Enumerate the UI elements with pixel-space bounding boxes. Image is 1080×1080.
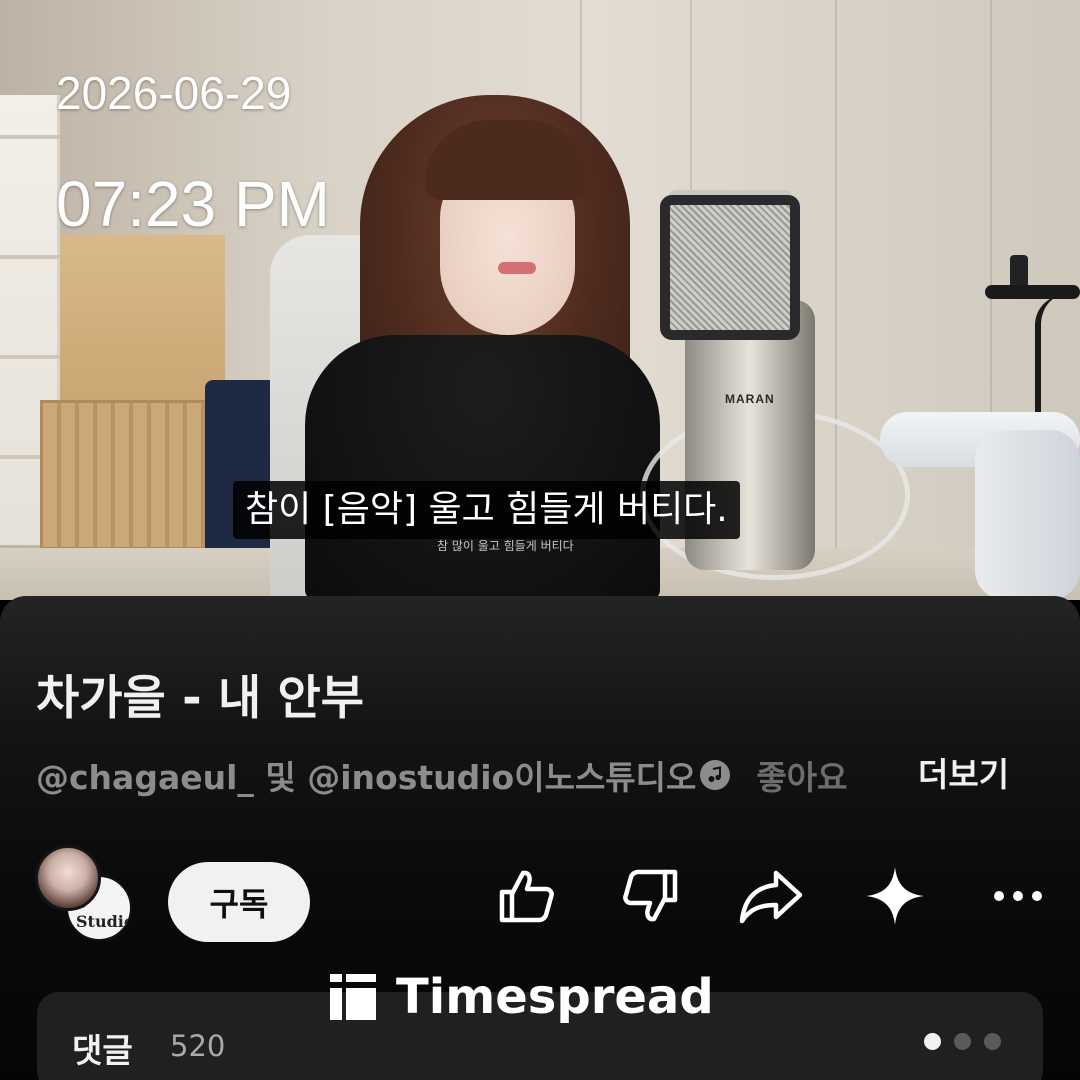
timespread-watermark: Timespread — [328, 966, 714, 1028]
channel-avatar[interactable] — [35, 845, 101, 911]
video-player[interactable]: MARAN 2026-06-29 07:23 PM 참이 [음악] 울고 힘들게… — [0, 0, 1080, 600]
creator-line[interactable]: @chagaeul_ 및 @inostudio이노스튜디오 좋아요 — [36, 752, 847, 798]
white-boom-joint — [975, 430, 1080, 600]
singer-lips — [498, 262, 536, 274]
burned-in-caption: 참 많이 울고 힘들게 버티다 — [437, 539, 574, 553]
overlay-date: 2026-06-29 — [56, 67, 292, 119]
subscribe-button[interactable]: 구독 — [168, 862, 310, 942]
pager-dot — [984, 1033, 1001, 1050]
overlay-time: 07:23 PM — [56, 168, 330, 240]
music-note-icon — [700, 760, 731, 790]
more-button[interactable]: 더보기 — [918, 752, 1009, 798]
singer-body — [305, 335, 660, 600]
sparkle-icon[interactable] — [862, 863, 928, 929]
pager-dot — [954, 1033, 971, 1050]
comments-label: 댓글 — [72, 1031, 133, 1070]
timespread-logo-icon — [330, 974, 376, 1020]
creator-handles[interactable]: @chagaeul_ 및 @inostudio이노스튜디오 — [36, 751, 696, 799]
wooden-crate — [40, 400, 220, 550]
microphone-grill — [660, 195, 800, 340]
comments-count: 520 — [170, 1029, 226, 1063]
thumbs-up-icon[interactable] — [494, 863, 560, 929]
share-icon[interactable] — [738, 863, 804, 929]
pager-dot-active — [924, 1033, 941, 1050]
microphone-logo: MARAN — [725, 392, 775, 406]
watermark-text: Timespread — [396, 969, 714, 1025]
wooden-cabinet — [60, 235, 225, 415]
likes-label: 좋아요 — [756, 758, 848, 797]
video-title[interactable]: 차가을 - 내 안부 — [36, 659, 364, 728]
more-icon[interactable] — [985, 863, 1051, 929]
thumbs-down-icon[interactable] — [617, 863, 683, 929]
closed-caption: 참이 [음악] 울고 힘들게 버티다. — [233, 481, 740, 539]
